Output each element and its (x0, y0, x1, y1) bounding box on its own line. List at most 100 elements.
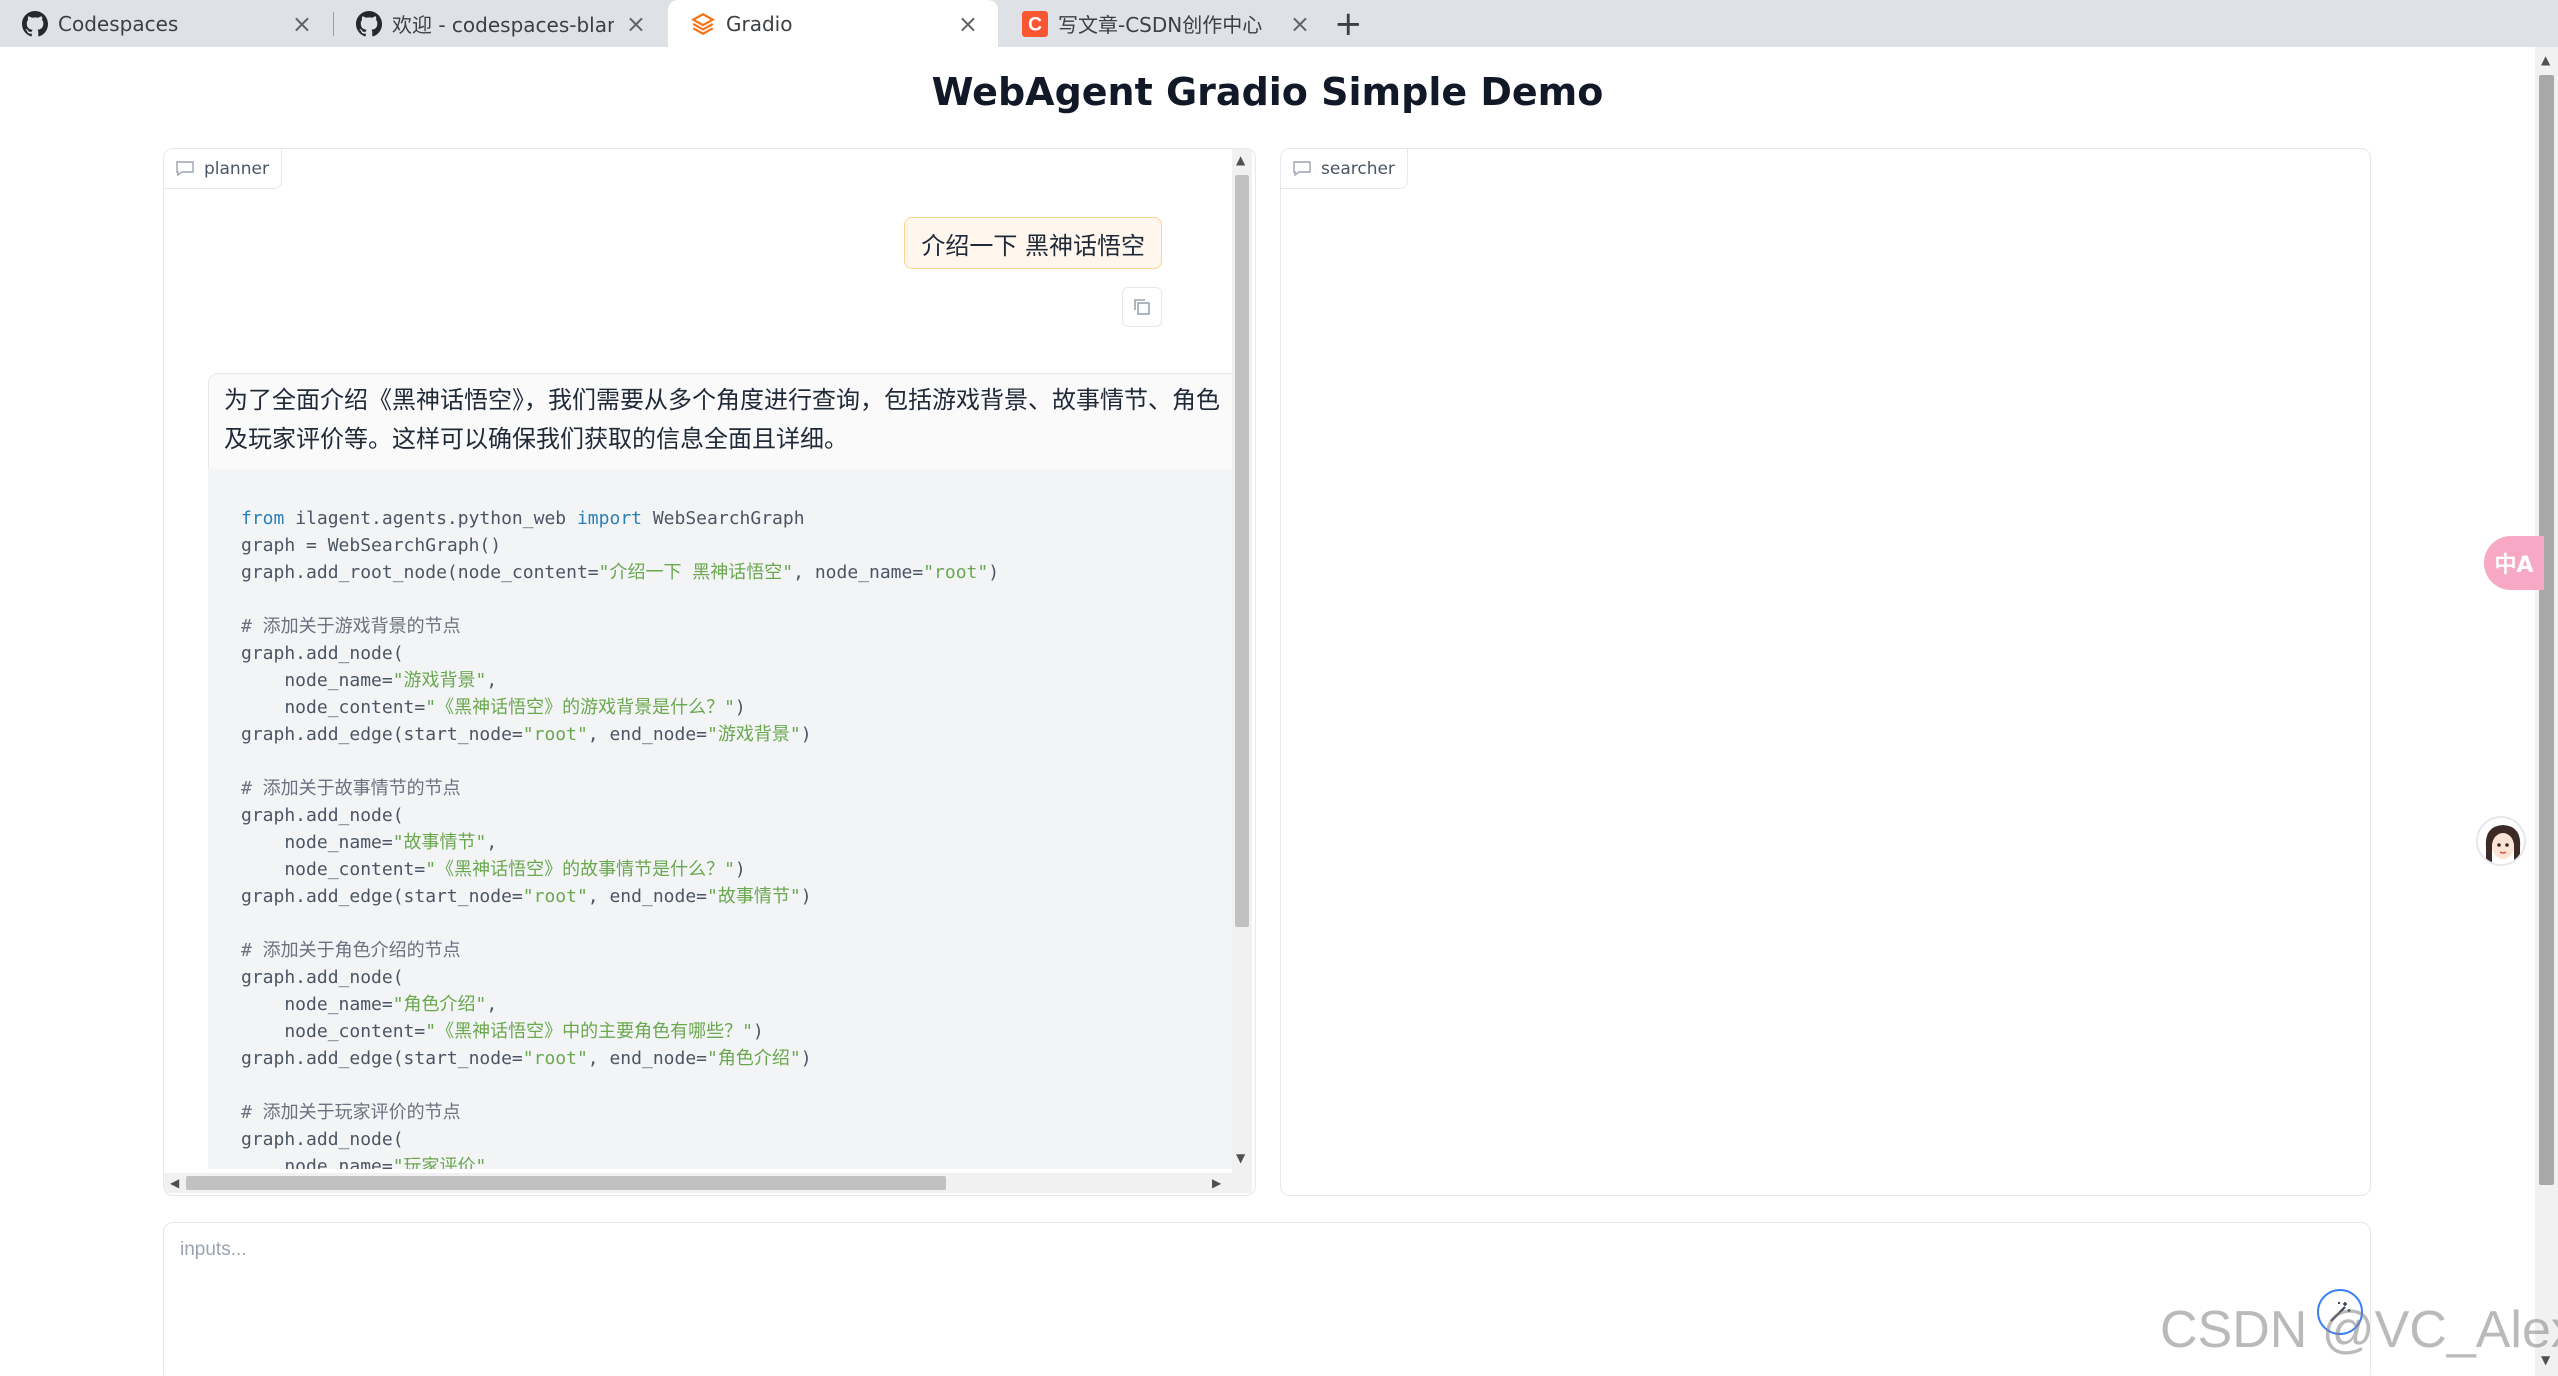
close-icon[interactable]: × (958, 10, 978, 38)
code-token: , node_name= (793, 562, 924, 583)
planner-label-text: planner (204, 158, 269, 179)
searcher-label: searcher (1281, 149, 1408, 189)
planner-label: planner (164, 149, 282, 189)
code-token: "故事情节" (392, 832, 487, 853)
code-token: node_name= (241, 832, 393, 853)
code-token: , end_node= (587, 724, 708, 745)
code-token: "玩家评价" (392, 1156, 487, 1169)
tab-title: 写文章-CSDN创作中心 (1058, 13, 1263, 37)
code-token: ) (800, 724, 812, 745)
scroll-down-icon[interactable]: ▼ (1236, 1151, 1245, 1165)
avatar-icon (2478, 818, 2524, 864)
tab-title: Gradio (726, 11, 793, 36)
code-token: "介绍一下 黑神话悟空" (598, 562, 794, 583)
code-token: ) (800, 886, 812, 907)
page-title: WebAgent Gradio Simple Demo (931, 70, 1604, 114)
code-token: , end_node= (587, 1048, 708, 1069)
browser-tab-strip: Codespaces × 欢迎 - codespaces-blank [ × G… (0, 0, 2558, 47)
code-token: "游戏背景" (392, 670, 487, 691)
translate-button[interactable]: 中A (2484, 536, 2544, 590)
code-token: "《黑神话悟空》的游戏背景是什么？" (425, 697, 735, 718)
close-icon[interactable]: × (626, 10, 646, 38)
input-container (163, 1222, 2371, 1376)
code-token: node_name= (241, 994, 393, 1015)
searcher-label-text: searcher (1321, 158, 1395, 179)
code-token: ) (988, 562, 1000, 583)
user-message: 介绍一下 黑神话悟空 (904, 217, 1162, 269)
code-token: "root" (522, 724, 588, 745)
browser-tab-codespaces[interactable]: Codespaces × (0, 0, 332, 47)
code-token: graph.add_node( (241, 967, 404, 988)
tab-title: 欢迎 - codespaces-blank [ (392, 13, 614, 37)
bot-message-line: 为了全面介绍《黑神话悟空》，我们需要从多个角度进行查询，包括游戏背景、故事情节、… (224, 386, 1220, 414)
code-token: node_content= (241, 859, 426, 880)
scroll-up-icon[interactable]: ▲ (2541, 53, 2550, 67)
code-comment: # 添加关于游戏背景的节点 (241, 616, 461, 637)
chat-icon (1293, 161, 1311, 176)
assistant-avatar[interactable] (2476, 816, 2526, 866)
code-token: "《黑神话悟空》的故事情节是什么？" (425, 859, 735, 880)
code-token: , (486, 994, 498, 1015)
code-token: "角色介绍" (392, 994, 487, 1015)
code-token: graph = WebSearchGraph() (241, 535, 502, 556)
scroll-right-icon[interactable]: ▶ (1212, 1176, 1221, 1190)
code-token: ) (800, 1048, 812, 1069)
scroll-left-icon[interactable]: ◀ (170, 1176, 179, 1190)
code-token: "角色介绍" (707, 1048, 801, 1069)
code-token: graph.add_edge(start_node= (241, 1048, 523, 1069)
code-token: , (486, 832, 498, 853)
code-content: from ilagent.agents.python_web import We… (241, 505, 999, 1169)
code-token: graph.add_root_node(node_content= (241, 562, 599, 583)
github-icon (22, 10, 48, 36)
translate-icon: 中A (2494, 553, 2534, 578)
planner-vertical-scrollbar[interactable]: ▲ ▼ (1232, 149, 1252, 1193)
code-token: ) (734, 697, 746, 718)
code-token: import (576, 508, 642, 529)
chat-input[interactable] (180, 1239, 2180, 1339)
code-comment: # 添加关于玩家评价的节点 (241, 1102, 461, 1123)
code-token: ) (734, 859, 746, 880)
code-comment: # 添加关于角色介绍的节点 (241, 940, 461, 961)
code-token: ilagent.agents.python_web (284, 508, 577, 529)
code-token: , end_node= (587, 886, 708, 907)
code-token: "root" (923, 562, 989, 583)
code-token: node_name= (241, 670, 393, 691)
scrollbar-thumb[interactable] (1235, 175, 1249, 927)
searcher-chatbot: searcher (1280, 148, 2371, 1196)
code-token: node_content= (241, 697, 426, 718)
code-token: from (241, 508, 285, 529)
copy-button[interactable] (1122, 287, 1162, 327)
svg-text:C: C (1028, 13, 1042, 35)
code-token: node_name= (241, 1156, 393, 1169)
watermark: CSDN @VC_Alexa (2160, 1301, 2558, 1359)
browser-tab-gradio[interactable]: Gradio × (668, 0, 998, 47)
page-vertical-scrollbar[interactable]: ▲ ▼ (2535, 47, 2558, 1376)
close-icon[interactable]: × (292, 10, 312, 38)
scrollbar-thumb[interactable] (2539, 75, 2554, 1185)
bot-message-text: 为了全面介绍《黑神话悟空》，我们需要从多个角度进行查询，包括游戏背景、故事情节、… (224, 381, 1232, 459)
code-token: graph.add_edge(start_node= (241, 724, 523, 745)
scrollbar-thumb[interactable] (186, 1176, 946, 1190)
new-tab-button[interactable]: + (1334, 4, 1363, 44)
code-token: graph.add_node( (241, 805, 404, 826)
code-token: "root" (522, 886, 588, 907)
github-icon (356, 10, 382, 36)
code-token: WebSearchGraph (642, 508, 805, 529)
planner-message-area: 介绍一下 黑神话悟空 为了全面介绍《黑神话悟空》，我们需要从多个角度进行查询，包… (164, 149, 1232, 1169)
code-token: graph.add_node( (241, 1129, 404, 1150)
code-token: "root" (522, 1048, 588, 1069)
code-token: graph.add_node( (241, 643, 404, 664)
tab-title: Codespaces (58, 11, 179, 36)
browser-tab-csdn[interactable]: C 写文章-CSDN创作中心 × (1000, 0, 1330, 47)
scroll-up-icon[interactable]: ▲ (1236, 153, 1245, 167)
code-token: graph.add_edge(start_node= (241, 886, 523, 907)
planner-horizontal-scrollbar[interactable]: ◀ ▶ (164, 1173, 1252, 1193)
code-token: node_content= (241, 1021, 426, 1042)
browser-tab-welcome[interactable]: 欢迎 - codespaces-blank [ × (334, 0, 666, 47)
code-token: "游戏背景" (707, 724, 801, 745)
code-token: "《黑神话悟空》中的主要角色有哪些？" (425, 1021, 753, 1042)
code-token: , (486, 670, 498, 691)
csdn-icon: C (1022, 10, 1048, 37)
close-icon[interactable]: × (1290, 10, 1310, 38)
planner-chatbot: 介绍一下 黑神话悟空 为了全面介绍《黑神话悟空》，我们需要从多个角度进行查询，包… (163, 148, 1256, 1196)
